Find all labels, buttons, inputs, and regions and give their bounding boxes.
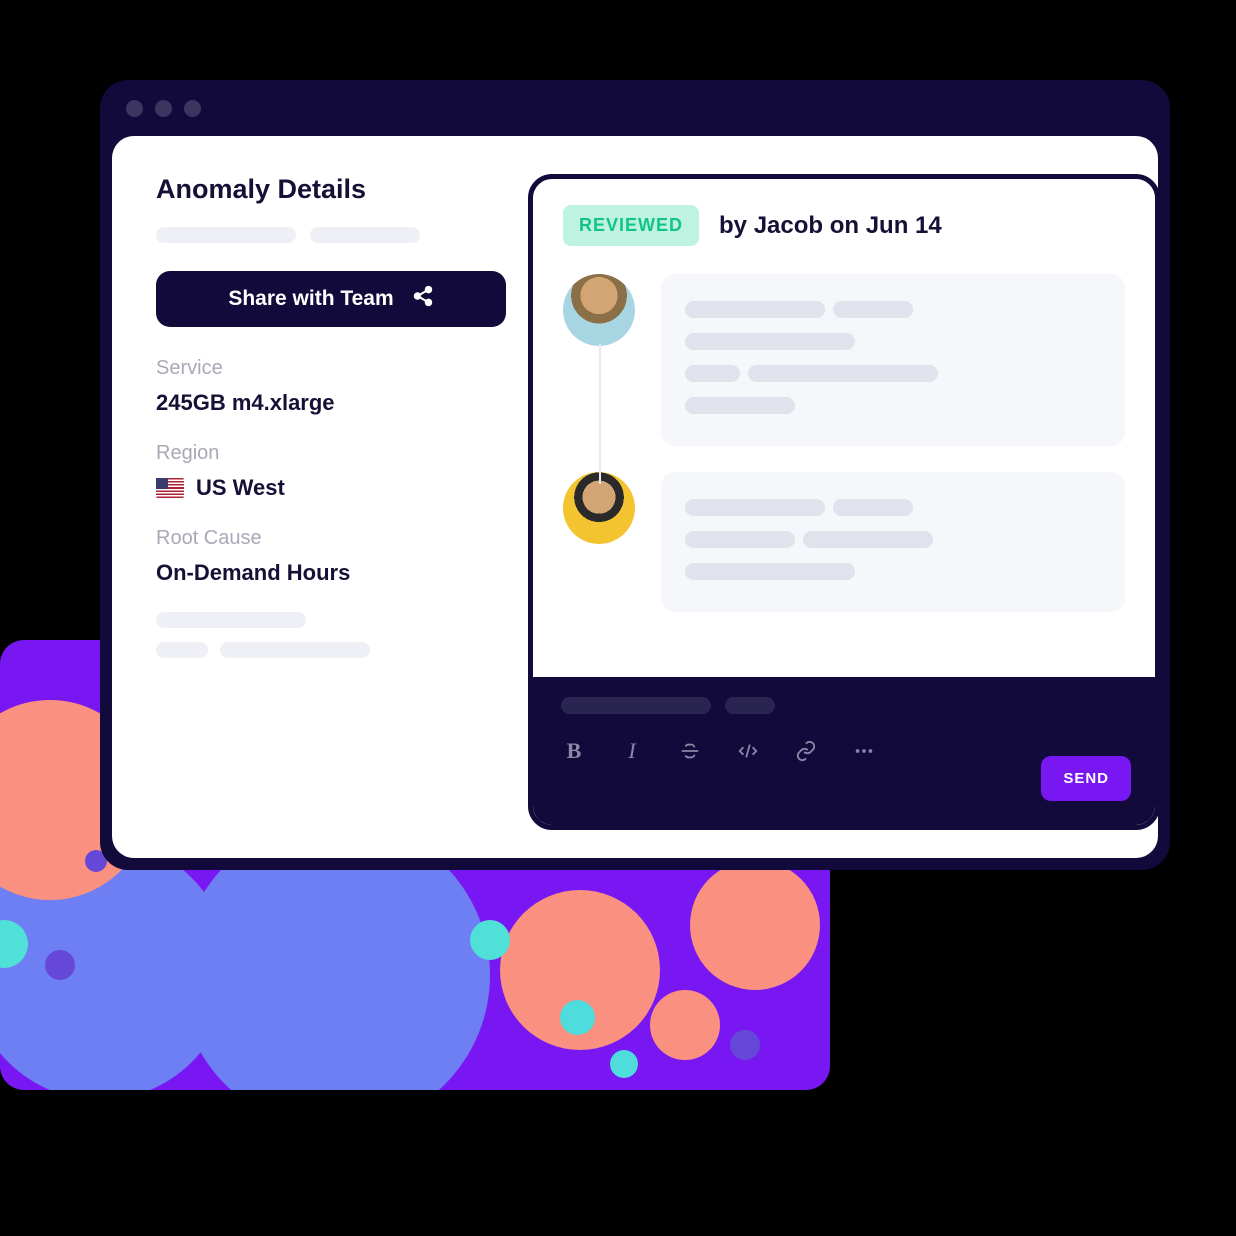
comment-body — [661, 472, 1125, 612]
extra-field-placeholder — [156, 612, 526, 658]
field-root-cause-value: On-Demand Hours — [156, 560, 526, 586]
comment-composer[interactable]: B I SEND — [533, 677, 1155, 825]
field-region-value: US West — [196, 475, 285, 501]
field-region: Region US West — [156, 442, 526, 501]
us-flag-icon — [156, 478, 184, 498]
field-service-label: Service — [156, 357, 526, 380]
review-byline: by Jacob on Jun 14 — [719, 212, 942, 240]
send-button[interactable]: SEND — [1041, 756, 1131, 801]
subtitle-placeholder — [156, 227, 526, 243]
comment-item — [563, 274, 1125, 446]
code-icon[interactable] — [735, 738, 761, 764]
avatar — [563, 274, 635, 346]
comment-panel: REVIEWED by Jacob on Jun 14 — [528, 174, 1160, 830]
thread-line — [599, 344, 601, 484]
italic-icon[interactable]: I — [619, 738, 645, 764]
window-control-maximize[interactable] — [184, 100, 201, 117]
field-region-label: Region — [156, 442, 526, 465]
composer-input-placeholder[interactable] — [561, 697, 1127, 714]
comment-item — [563, 472, 1125, 612]
field-service-value: 245GB m4.xlarge — [156, 390, 526, 416]
page-title: Anomaly Details — [156, 174, 526, 205]
panel-header: REVIEWED by Jacob on Jun 14 — [533, 179, 1155, 264]
field-service: Service 245GB m4.xlarge — [156, 357, 526, 416]
more-icon[interactable] — [851, 738, 877, 764]
field-root-cause: Root Cause On-Demand Hours — [156, 527, 526, 586]
comment-thread — [533, 264, 1155, 612]
share-button-label: Share with Team — [228, 287, 393, 311]
strikethrough-icon[interactable] — [677, 738, 703, 764]
window-control-minimize[interactable] — [155, 100, 172, 117]
status-badge: REVIEWED — [563, 205, 699, 246]
window-titlebar — [100, 80, 1170, 136]
link-icon[interactable] — [793, 738, 819, 764]
share-icon — [412, 285, 434, 313]
window-control-close[interactable] — [126, 100, 143, 117]
comment-body — [661, 274, 1125, 446]
share-button[interactable]: Share with Team — [156, 271, 506, 327]
bold-icon[interactable]: B — [561, 738, 587, 764]
field-root-cause-label: Root Cause — [156, 527, 526, 550]
